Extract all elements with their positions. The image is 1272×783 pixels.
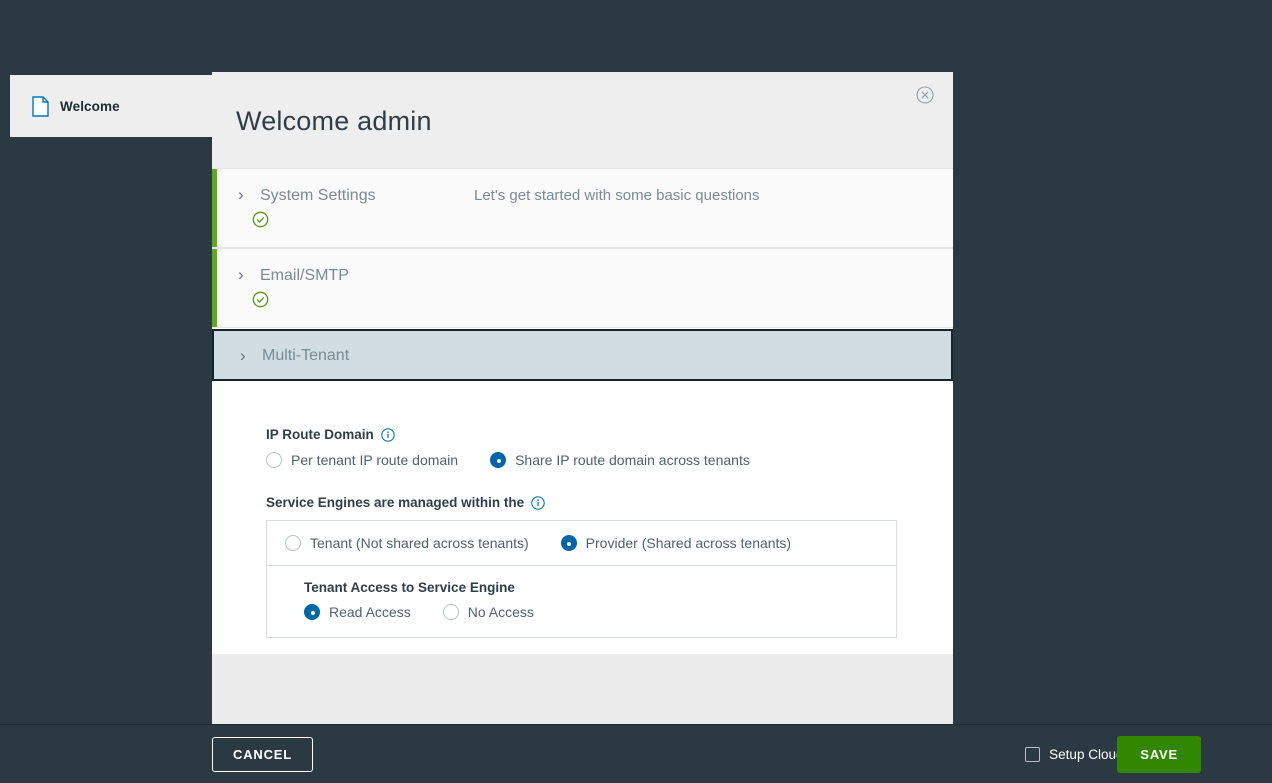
welcome-tab[interactable]: Welcome — [10, 75, 213, 137]
accordion-section-system-settings[interactable]: › System Settings Let's get started with… — [212, 168, 953, 248]
ip-route-domain-radio-group[interactable]: Per tenant IP route domain Share IP rout… — [266, 452, 953, 468]
app-root: Welcome Welcome admin › System Settings — [0, 0, 1272, 783]
multi-tenant-form: IP Route Domain Per tenant IP route doma… — [212, 381, 953, 654]
tenant-access-section: Tenant Access to Service Engine Read Acc… — [267, 566, 896, 637]
chevron-right-icon: › — [240, 347, 262, 364]
section-title: Email/SMTP — [260, 266, 349, 285]
radio-label: Tenant (Not shared across tenants) — [310, 535, 529, 551]
tenant-access-label: Tenant Access to Service Engine — [304, 580, 878, 595]
modal-footer-filler — [212, 654, 953, 724]
page-title: Welcome admin — [236, 106, 432, 137]
checkbox-box[interactable] — [1025, 747, 1040, 762]
radio-read-access[interactable]: Read Access — [304, 604, 411, 620]
radio-label: Read Access — [329, 604, 411, 620]
ip-route-domain-label-text: IP Route Domain — [266, 427, 374, 442]
tenant-access-radio-group[interactable]: Read Access No Access — [304, 604, 878, 620]
radio-provider-shared[interactable]: Provider (Shared across tenants) — [561, 535, 791, 551]
radio-button[interactable] — [266, 452, 282, 468]
radio-button[interactable] — [443, 604, 459, 620]
action-bar: CANCEL Setup Cloud After SAVE — [0, 724, 1272, 783]
radio-share-ip-route-domain[interactable]: Share IP route domain across tenants — [490, 452, 750, 468]
accordion-section-multi-tenant[interactable]: › Multi-Tenant — [212, 329, 953, 381]
service-engines-label-text: Service Engines are managed within the — [266, 495, 524, 510]
info-icon[interactable] — [531, 496, 545, 510]
radio-tenant-not-shared[interactable]: Tenant (Not shared across tenants) — [285, 535, 529, 551]
radio-button[interactable] — [490, 452, 506, 468]
radio-label: Share IP route domain across tenants — [515, 452, 750, 468]
check-circle-icon — [252, 291, 349, 313]
chevron-right-icon: › — [238, 186, 260, 203]
radio-label: Per tenant IP route domain — [291, 452, 458, 468]
accordion-section-email-smtp[interactable]: › Email/SMTP — [212, 248, 953, 328]
chevron-right-icon: › — [238, 266, 260, 283]
radio-button[interactable] — [285, 535, 301, 551]
radio-button[interactable] — [561, 535, 577, 551]
tab-item-welcome[interactable]: Welcome — [32, 96, 120, 117]
cancel-button[interactable]: CANCEL — [212, 737, 313, 772]
check-circle-icon — [252, 211, 376, 233]
section-description: Let's get started with some basic questi… — [474, 187, 760, 204]
document-icon — [32, 96, 49, 117]
service-engines-label: Service Engines are managed within the — [266, 495, 953, 510]
ip-route-domain-label: IP Route Domain — [266, 427, 953, 442]
setup-accordion: › System Settings Let's get started with… — [212, 168, 953, 381]
radio-per-tenant-ip-route-domain[interactable]: Per tenant IP route domain — [266, 452, 458, 468]
radio-button[interactable] — [304, 604, 320, 620]
close-circle-icon[interactable] — [916, 86, 934, 104]
radio-label: No Access — [468, 604, 534, 620]
section-title: System Settings — [260, 186, 376, 205]
radio-no-access[interactable]: No Access — [443, 604, 534, 620]
spacer — [266, 468, 953, 495]
save-button[interactable]: SAVE — [1117, 736, 1201, 773]
tab-label: Welcome — [60, 99, 120, 114]
service-engines-radio-group[interactable]: Tenant (Not shared across tenants) Provi… — [267, 521, 896, 566]
modal-header: Welcome admin — [212, 72, 953, 168]
info-icon[interactable] — [381, 428, 395, 442]
section-title: Multi-Tenant — [262, 346, 349, 365]
radio-label: Provider (Shared across tenants) — [586, 535, 791, 551]
service-engines-panel: Tenant (Not shared across tenants) Provi… — [266, 520, 897, 638]
welcome-modal: Welcome admin › System Settings — [212, 72, 953, 724]
